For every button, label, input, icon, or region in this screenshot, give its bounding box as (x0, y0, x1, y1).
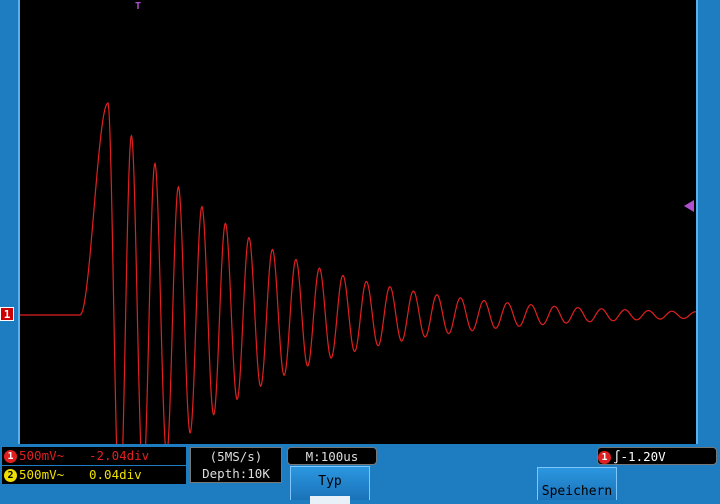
trigger-level: -1.20V (620, 449, 666, 464)
rising-edge-icon: ∫ (613, 449, 621, 464)
waveform-display: T (18, 0, 698, 444)
timebase-status[interactable]: M:100us (287, 447, 377, 465)
type-value-box (310, 496, 350, 504)
ch1-ground-marker[interactable]: 1 (0, 307, 14, 321)
ch1-status[interactable]: 1 500mV~ -2.04div (2, 447, 186, 465)
type-menu-button[interactable]: Typ (290, 466, 370, 504)
ch1-scale: 500mV~ (19, 448, 65, 463)
ch2-scale: 500mV~ (19, 467, 65, 482)
ch2-badge: 2 (4, 469, 17, 482)
memory-depth: Depth:10K (202, 466, 270, 481)
oscilloscope-screen: T 1 1 500mV~ -2.04div 2 500mV~ 0.04div (5MS/… (0, 0, 720, 504)
ch2-offset: 0.04div (89, 467, 142, 482)
type-label: Typ (318, 474, 342, 489)
trigger-status[interactable]: 1 ∫-1.20V (597, 447, 717, 465)
ch2-status[interactable]: 2 500mV~ 0.04div (2, 466, 186, 484)
save-menu-button[interactable]: Speichern (537, 467, 617, 500)
trigger-source-badge: 1 (598, 451, 611, 464)
waveform-canvas (20, 102, 696, 444)
sample-rate: (5MS/s) (209, 449, 263, 464)
ch1-badge: 1 (4, 450, 17, 463)
acquisition-status: (5MS/s) Depth:10K (190, 447, 282, 483)
trigger-level-marker[interactable] (684, 200, 694, 212)
ch1-offset: -2.04div (89, 448, 150, 463)
trigger-position-marker[interactable]: T (132, 0, 144, 12)
ch1-trace (20, 102, 696, 444)
